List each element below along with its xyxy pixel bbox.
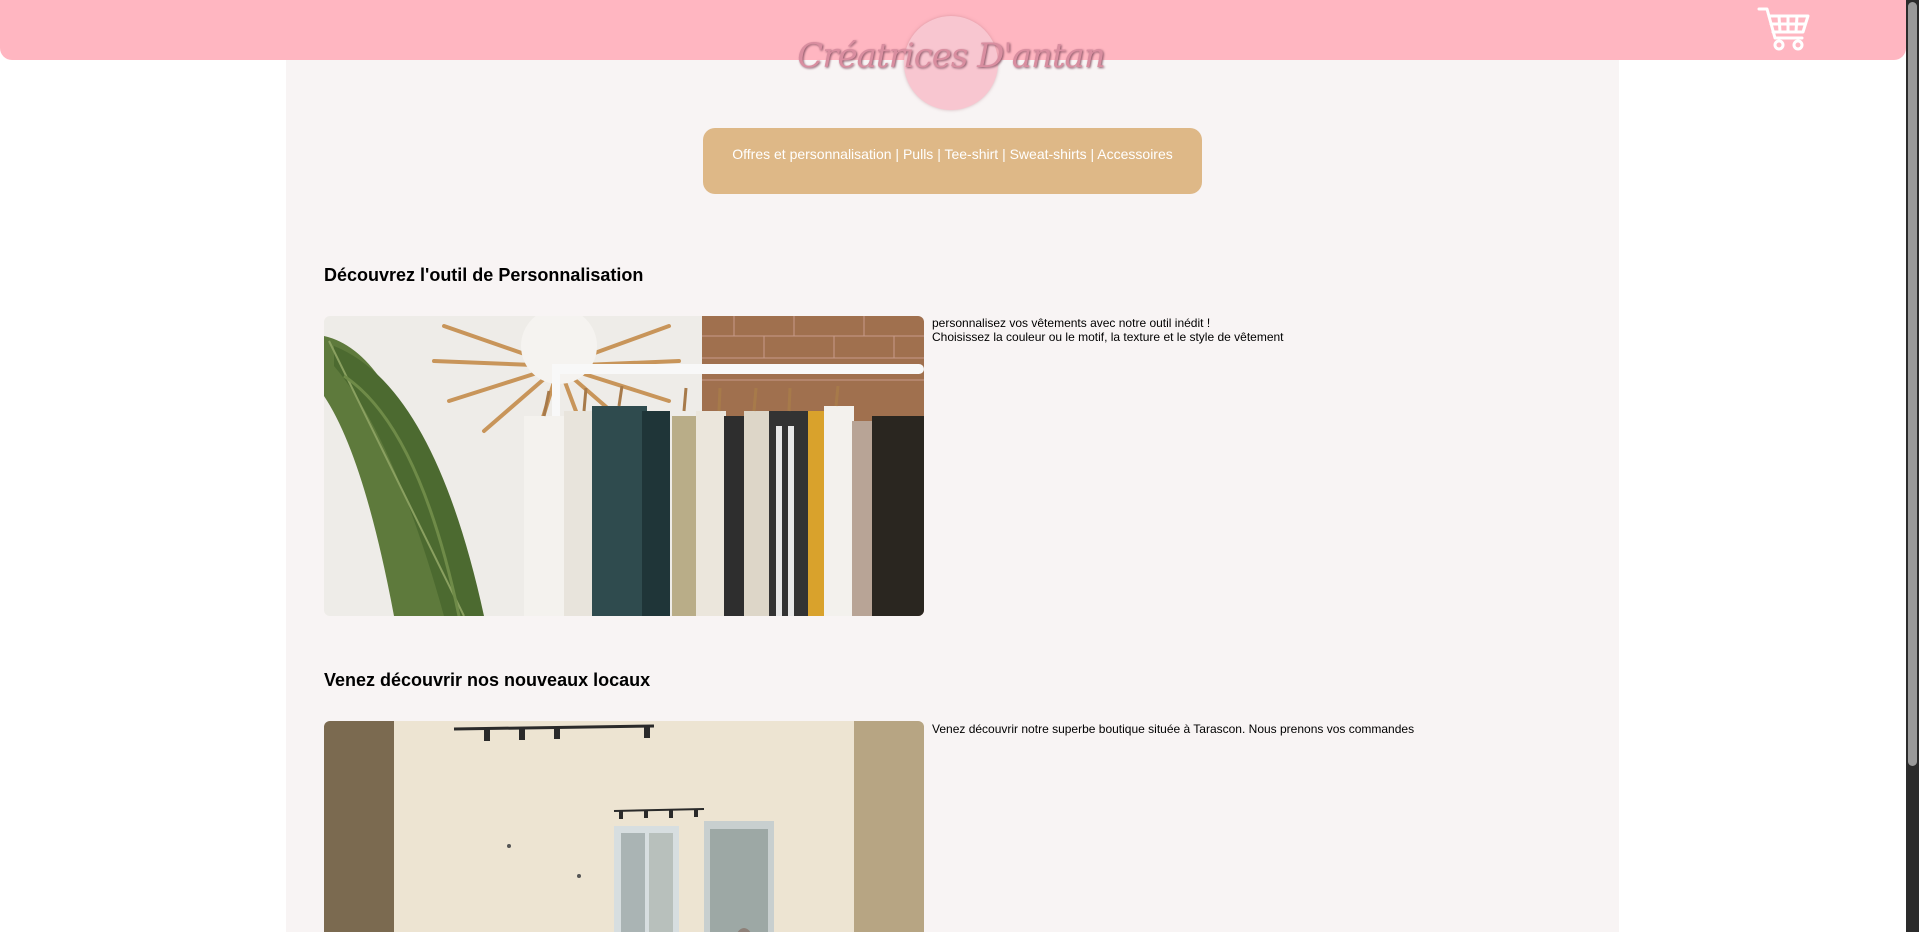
page: Créatrices D'antan Offres et personnalis… bbox=[0, 0, 1919, 932]
section-description-personnalisation: personnalisez vos vêtements avec notre o… bbox=[932, 316, 1284, 344]
nav-separator: | bbox=[1002, 146, 1006, 162]
section-title-personnalisation: Découvrez l'outil de Personnalisation bbox=[324, 265, 644, 285]
nav-link-pulls[interactable]: Pulls bbox=[903, 146, 933, 162]
scrollbar-thumb[interactable] bbox=[1908, 2, 1917, 766]
category-nav: Offres et personnalisation | Pulls | Tee… bbox=[703, 128, 1202, 194]
nav-link-sweat-shirts[interactable]: Sweat-shirts bbox=[1010, 146, 1087, 162]
nav-separator: | bbox=[895, 146, 900, 162]
nav-link-offres[interactable]: Offres et personnalisation bbox=[732, 146, 891, 162]
logo[interactable]: Créatrices D'antan bbox=[780, 36, 1122, 76]
clothing-rack-image bbox=[324, 316, 924, 616]
boutique-image bbox=[324, 721, 924, 932]
vertical-scrollbar[interactable] bbox=[1906, 0, 1919, 932]
description-line: Venez découvrir notre superbe boutique s… bbox=[932, 722, 1415, 736]
section-description-locaux: Venez découvrir notre superbe boutique s… bbox=[932, 722, 1414, 736]
description-line: personnalisez vos vêtements avec notre o… bbox=[932, 316, 1211, 330]
section-title-locaux: Venez découvrir nos nouveaux locaux bbox=[324, 670, 651, 690]
nav-link-tee-shirt[interactable]: Tee-shirt bbox=[944, 146, 998, 162]
nav-separator: | bbox=[937, 146, 941, 162]
nav-separator: | bbox=[1090, 146, 1095, 162]
nav-link-accessoires[interactable]: Accessoires bbox=[1097, 146, 1172, 162]
shopping-cart-icon[interactable] bbox=[1756, 4, 1812, 52]
description-line: Choisissez la couleur ou le motif, la te… bbox=[932, 330, 1284, 344]
